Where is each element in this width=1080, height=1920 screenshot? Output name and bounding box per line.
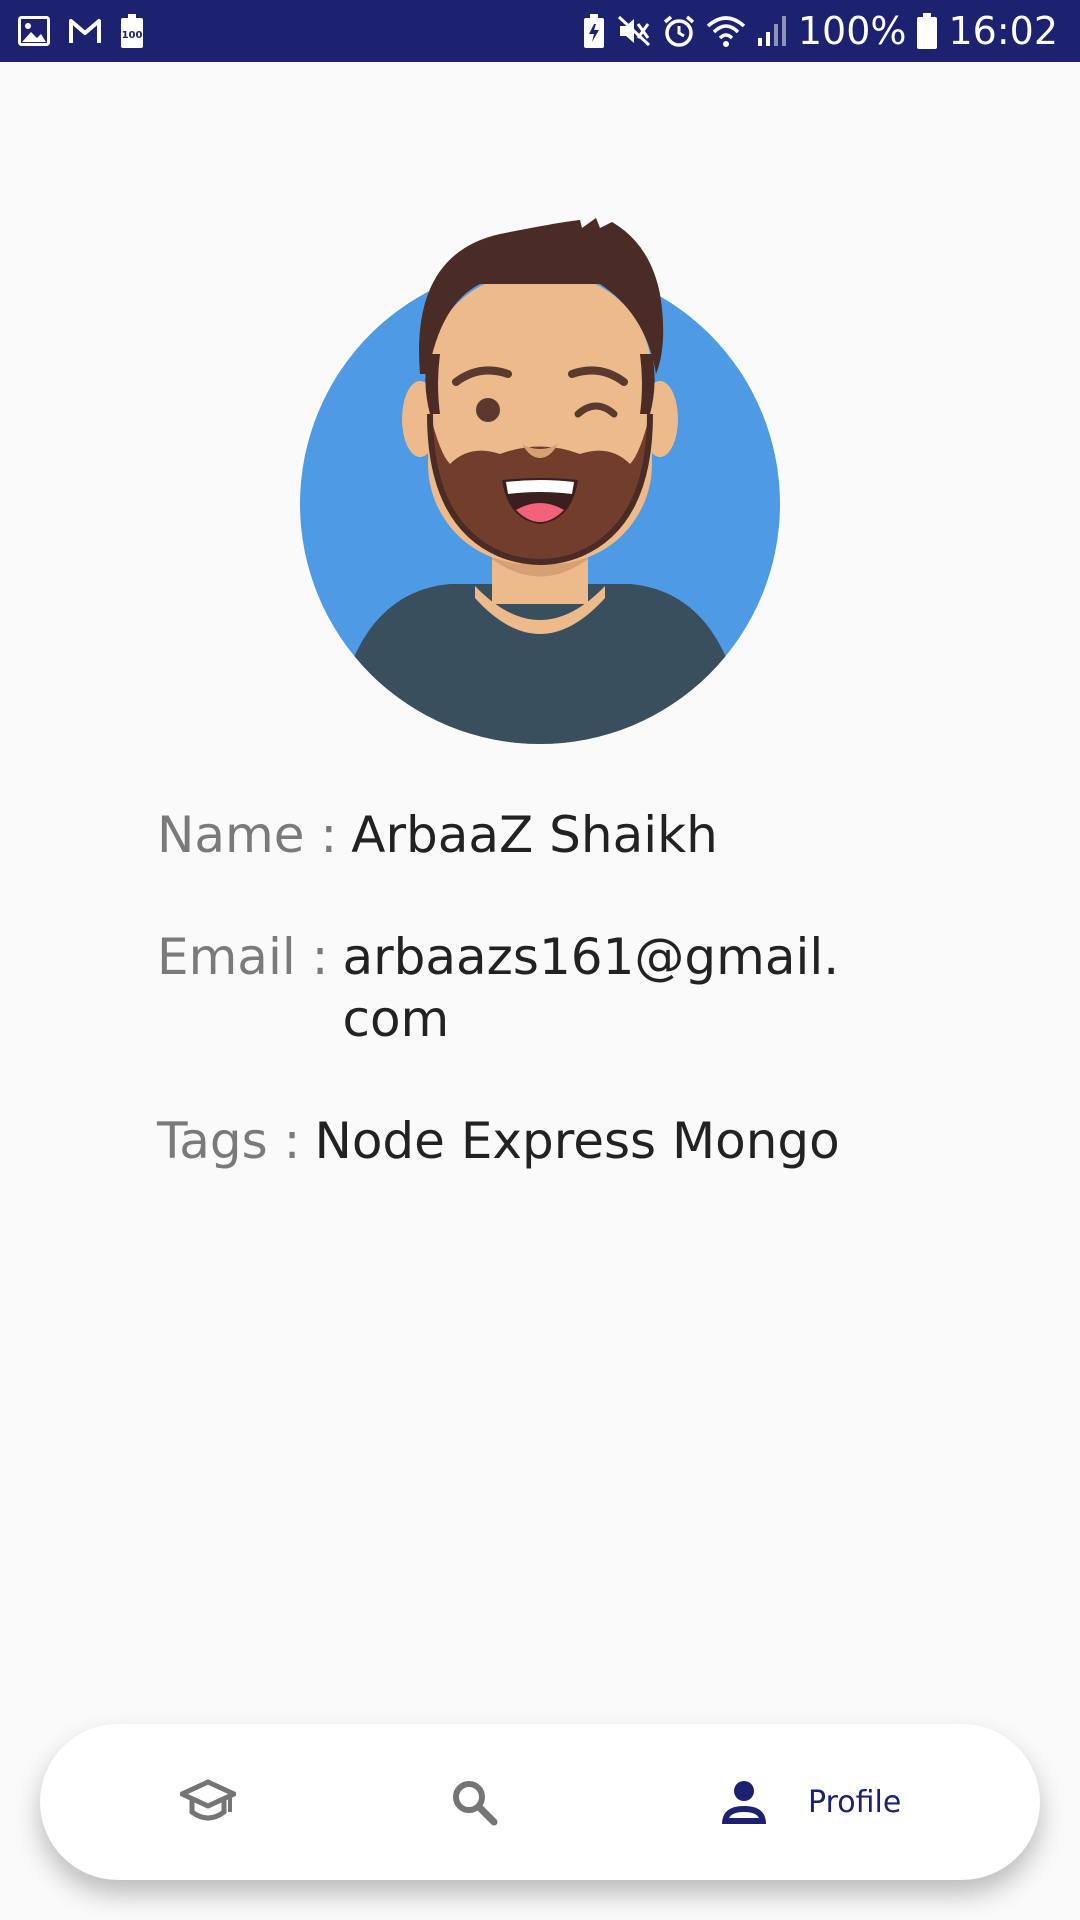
status-right-icons: 100% 16:02 <box>582 0 1058 62</box>
person-icon <box>722 1781 766 1824</box>
status-left-icons: 100 <box>18 0 144 62</box>
name-label: Name : <box>157 806 338 864</box>
wifi-icon <box>706 16 746 47</box>
gallery-icon <box>18 16 50 46</box>
nav-profile-label: Profile <box>808 1784 902 1820</box>
name-value: ArbaaZ Shaikh <box>351 806 718 864</box>
tags-label: Tags : <box>157 1112 301 1170</box>
mute-icon <box>617 15 650 47</box>
nav-item-search[interactable] <box>450 1724 498 1880</box>
search-icon <box>453 1781 498 1826</box>
avatar <box>300 218 780 744</box>
battery-percent: 100% <box>797 9 907 53</box>
email-label: Email : <box>157 928 329 986</box>
battery-charging-icon <box>583 14 604 48</box>
svg-text:100: 100 <box>122 30 143 41</box>
gmail-icon <box>69 19 101 43</box>
clock: 16:02 <box>948 9 1058 53</box>
email-value: arbaazs161@gmail.com <box>342 928 840 1048</box>
graduation-cap-icon <box>180 1779 236 1821</box>
battery-icon <box>917 13 938 49</box>
name-row: Name : ArbaaZ Shaikh <box>157 804 718 866</box>
alarm-icon <box>663 15 694 47</box>
nav-item-courses[interactable] <box>180 1724 236 1880</box>
signal-icon <box>757 16 786 46</box>
tags-row: Tags : Node Express Mongo <box>157 1110 840 1172</box>
nav-item-profile[interactable]: Profile <box>720 1724 901 1880</box>
battery-saver-100-icon: 100 <box>121 14 143 48</box>
email-row: Email : arbaazs161@gmail.com <box>157 926 842 1050</box>
tags-value: Node Express Mongo <box>314 1112 840 1170</box>
status-bar: 100 100% 16:02 <box>0 0 1080 62</box>
bottom-navigation-bar: Profile <box>40 1724 1040 1880</box>
